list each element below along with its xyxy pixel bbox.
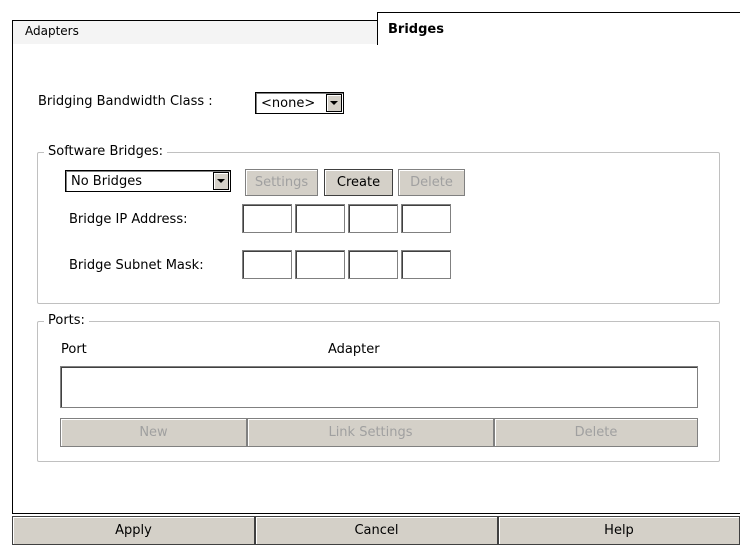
bridge-mask-octet-1[interactable] [242, 250, 292, 279]
cancel-button[interactable]: Cancel [255, 516, 498, 545]
apply-button-label: Apply [115, 523, 152, 538]
chevron-down-icon[interactable] [326, 94, 342, 112]
column-header-port: Port [61, 342, 87, 357]
link-settings-button[interactable]: Link Settings [247, 418, 494, 447]
create-button-label: Create [336, 175, 381, 190]
bridge-select[interactable]: No Bridges [65, 170, 231, 192]
cancel-button-label: Cancel [354, 523, 399, 538]
dialog-button-bar: Apply Cancel Help [12, 516, 740, 545]
delete-bridge-button[interactable]: Delete [398, 169, 465, 196]
help-button[interactable]: Help [498, 516, 740, 545]
delete-port-button-label: Delete [574, 425, 618, 440]
ports-list[interactable] [60, 366, 698, 408]
bridge-mask-octet-4[interactable] [401, 250, 451, 279]
new-port-button-label: New [139, 425, 168, 440]
help-button-label: Help [604, 523, 634, 538]
bridge-ip-label: Bridge IP Address: [69, 212, 188, 227]
tab-adapters-label: Adapters [25, 24, 79, 38]
bridge-ip-octet-4[interactable] [401, 204, 451, 233]
bridge-select-value: No Bridges [71, 173, 142, 189]
column-header-adapter: Adapter [328, 342, 380, 357]
settings-button[interactable]: Settings [245, 169, 318, 196]
create-button[interactable]: Create [324, 169, 393, 196]
delete-port-button[interactable]: Delete [494, 418, 698, 447]
bridge-ip-octet-1[interactable] [242, 204, 292, 233]
link-settings-button-label: Link Settings [328, 425, 413, 440]
tab-bridges[interactable]: Bridges [377, 12, 740, 45]
settings-button-label: Settings [254, 175, 309, 190]
software-bridges-group-label: Software Bridges: [44, 144, 167, 159]
bridge-ip-octet-3[interactable] [348, 204, 398, 233]
delete-bridge-button-label: Delete [410, 175, 453, 190]
bridge-ip-octet-2[interactable] [295, 204, 345, 233]
new-port-button[interactable]: New [60, 418, 247, 447]
ports-group-label: Ports: [44, 313, 89, 328]
bridge-mask-octet-3[interactable] [348, 250, 398, 279]
tab-adapters[interactable]: Adapters [12, 20, 378, 44]
bandwidth-class-label: Bridging Bandwidth Class : [38, 94, 213, 109]
chevron-down-icon[interactable] [213, 172, 229, 190]
bridge-mask-octet-2[interactable] [295, 250, 345, 279]
bridge-mask-label: Bridge Subnet Mask: [69, 258, 204, 273]
apply-button[interactable]: Apply [12, 516, 255, 545]
bandwidth-class-value: <none> [261, 95, 316, 111]
tab-bridges-label: Bridges [388, 22, 444, 37]
bandwidth-class-select[interactable]: <none> [255, 92, 344, 114]
